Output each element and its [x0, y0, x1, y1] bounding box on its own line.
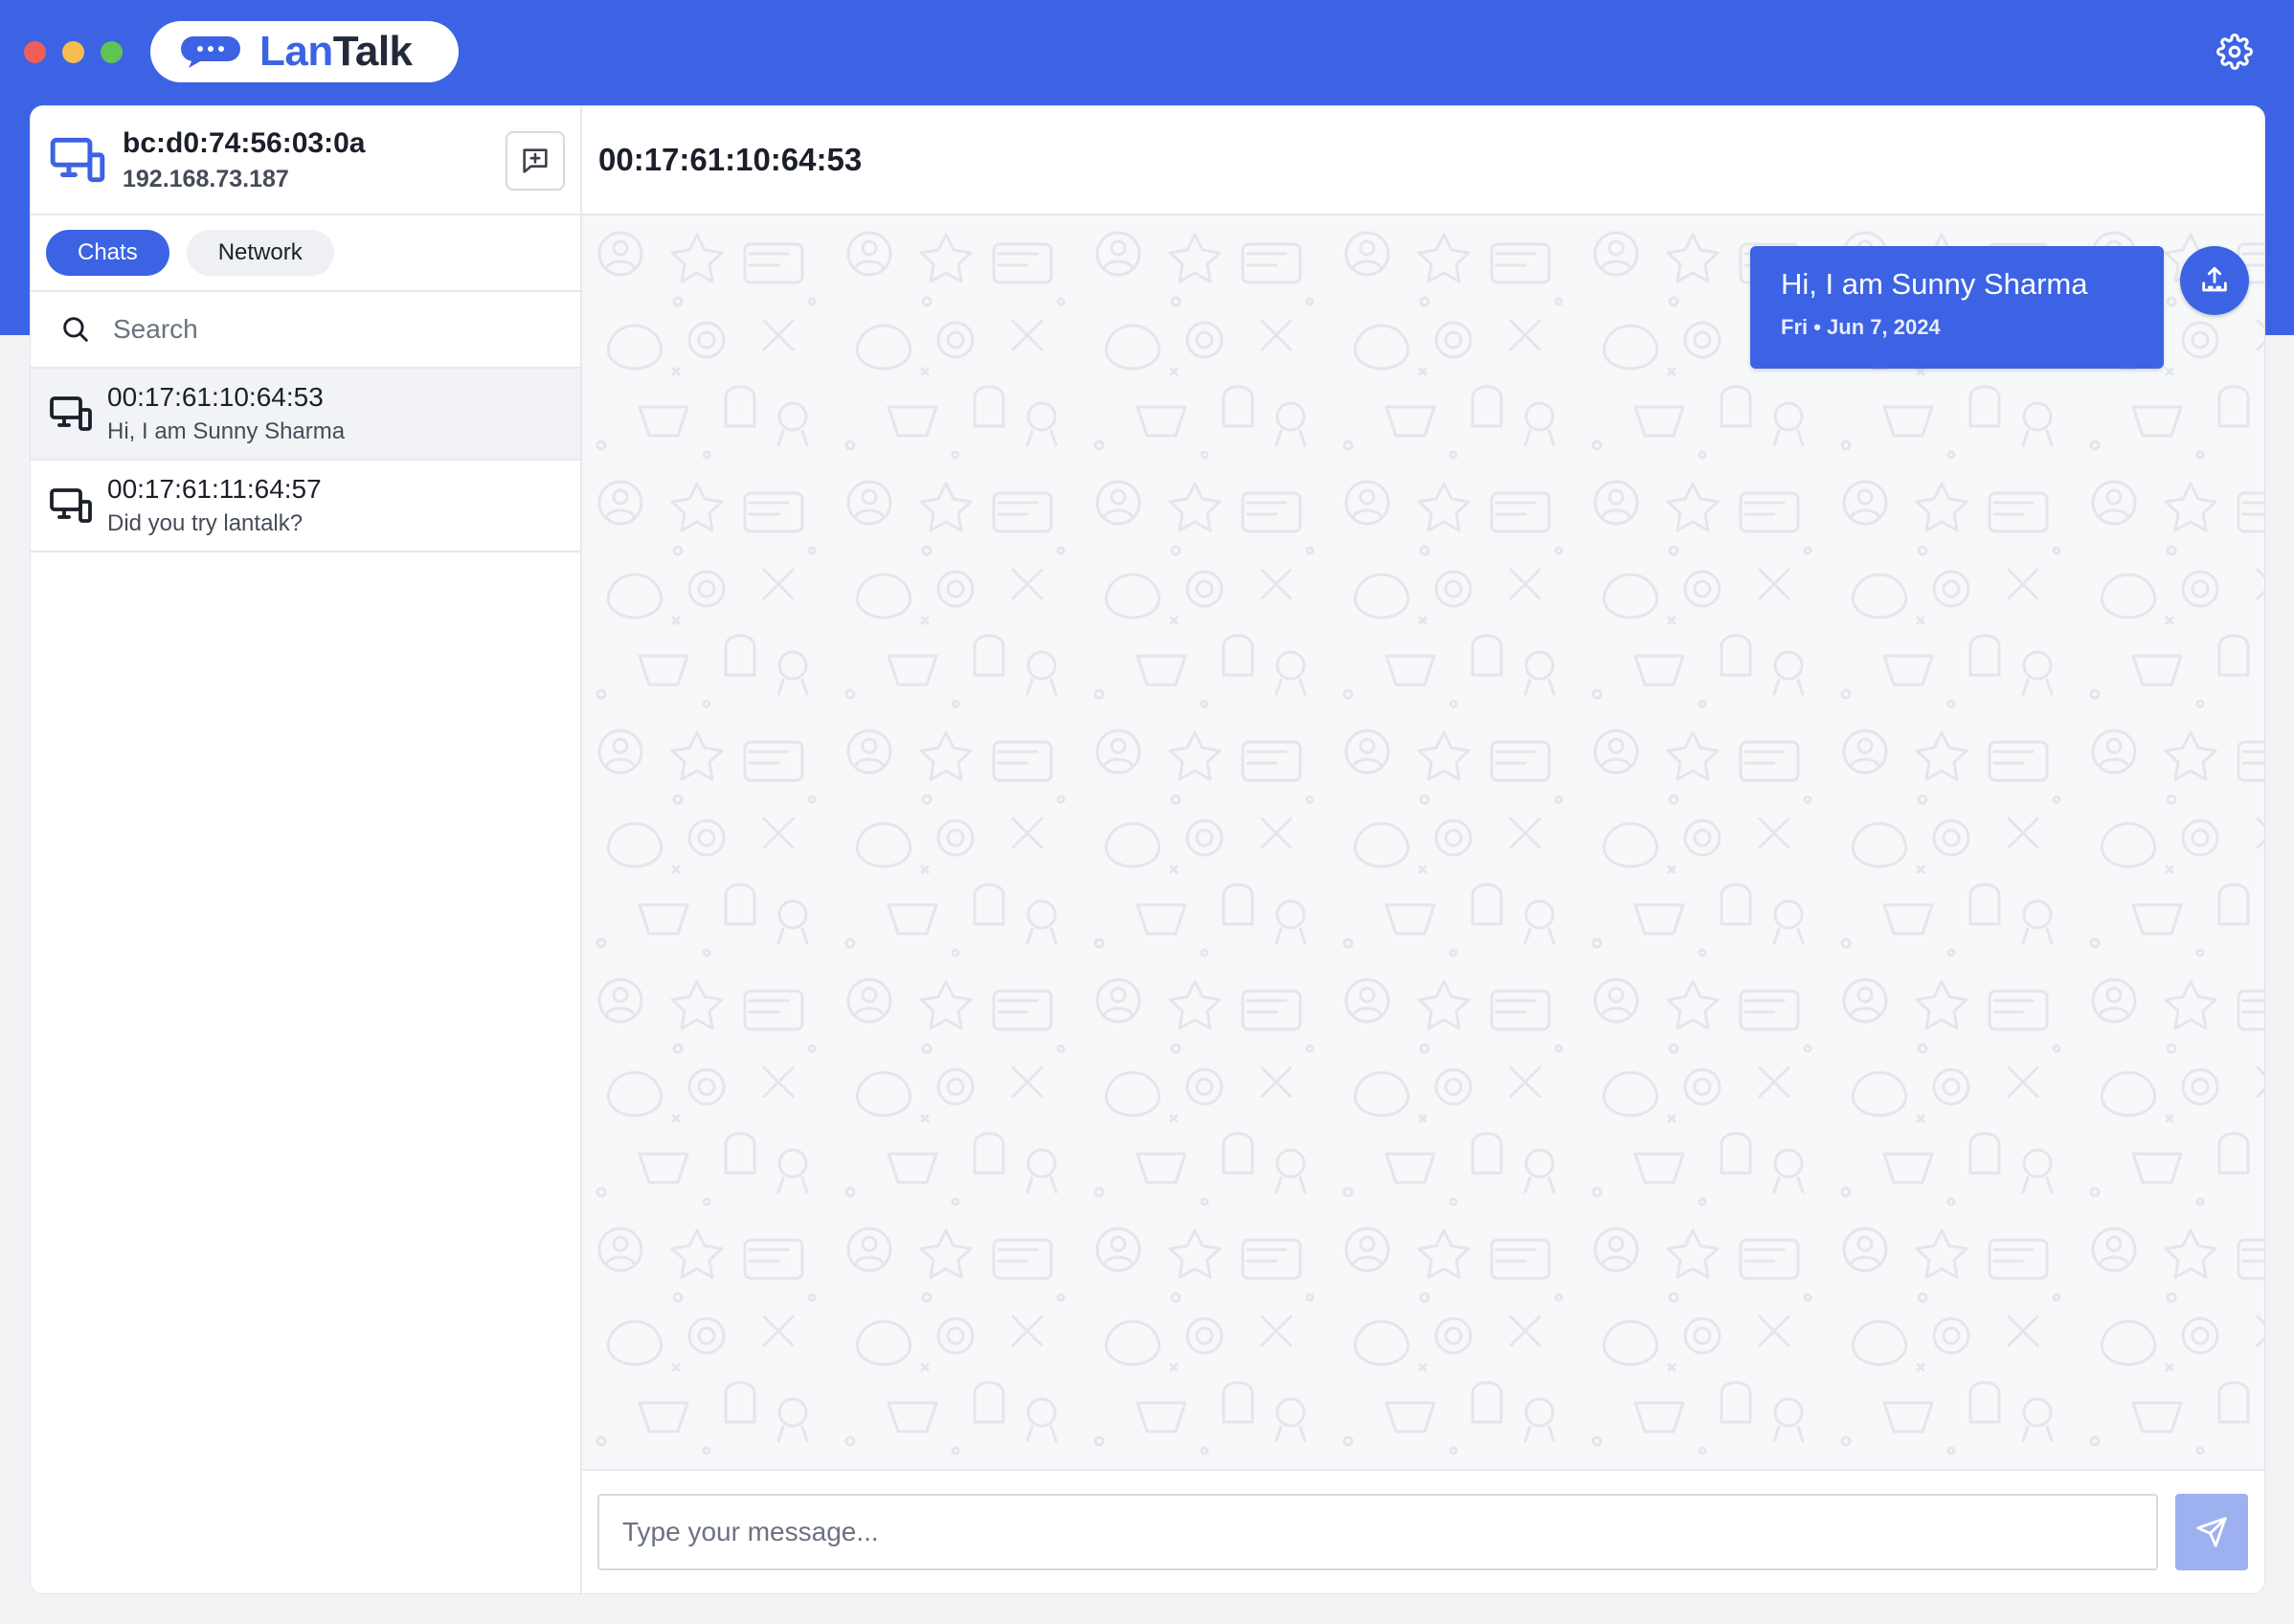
message-input[interactable] — [597, 1494, 2158, 1570]
composer — [582, 1469, 2264, 1593]
doodle-background — [582, 215, 2264, 1469]
upload-tray-icon — [2202, 266, 2227, 292]
search-input[interactable] — [113, 314, 534, 345]
my-mac-address: bc:d0:74:56:03:0a — [123, 126, 366, 159]
sidebar-tabs: Chats Network — [31, 215, 580, 292]
search-bar — [31, 292, 580, 369]
message-area[interactable]: Hi, I am Sunny Sharma Fri • Jun 7, 2024 — [582, 215, 2264, 1469]
devices-icon — [50, 396, 92, 431]
chat-list-item[interactable]: 00:17:61:11:64:57 Did you try lantalk? — [31, 461, 580, 553]
conversation-title: 00:17:61:10:64:53 — [598, 142, 863, 177]
send-icon — [2196, 1517, 2227, 1547]
my-ip-address: 192.168.73.187 — [123, 165, 289, 192]
chat-bubble-icon — [181, 36, 240, 68]
chat-list-item[interactable]: 00:17:61:10:64:53 Hi, I am Sunny Sharma — [31, 369, 580, 461]
chat-preview: Did you try lantalk? — [107, 510, 304, 536]
maximize-window-button[interactable] — [101, 41, 123, 63]
app-window: bc:d0:74:56:03:0a 192.168.73.187 Chats N… — [30, 105, 2265, 1594]
devices-icon — [50, 488, 92, 523]
message-bubble-outgoing[interactable]: Hi, I am Sunny Sharma Fri • Jun 7, 2024 — [1750, 246, 2164, 369]
devices-icon — [50, 137, 105, 183]
app-logo: LanTalk — [150, 21, 459, 82]
conversation-header: 00:17:61:10:64:53 — [582, 106, 2264, 215]
tab-chats[interactable]: Chats — [46, 230, 169, 276]
message-text: Hi, I am Sunny Sharma — [1781, 267, 2088, 301]
sidebar: bc:d0:74:56:03:0a 192.168.73.187 Chats N… — [31, 106, 582, 1593]
sender-avatar — [2180, 246, 2249, 315]
new-chat-button[interactable] — [506, 131, 565, 191]
tab-network[interactable]: Network — [186, 230, 334, 276]
gear-icon — [2216, 34, 2253, 70]
settings-button[interactable] — [2214, 31, 2256, 73]
my-device-header: bc:d0:74:56:03:0a 192.168.73.187 — [31, 106, 580, 215]
chat-name: 00:17:61:11:64:57 — [107, 474, 322, 504]
window-controls — [24, 41, 123, 63]
minimize-window-button[interactable] — [62, 41, 84, 63]
message-plus-icon — [523, 148, 548, 173]
search-icon — [63, 317, 88, 342]
send-button[interactable] — [2175, 1494, 2248, 1570]
chat-preview: Hi, I am Sunny Sharma — [107, 418, 346, 444]
app-name: LanTalk — [259, 28, 413, 75]
conversation-panel: 00:17:61:10:64:53 Hi, I am Sunny Sharma … — [582, 106, 2264, 1593]
close-window-button[interactable] — [24, 41, 46, 63]
message-timestamp: Fri • Jun 7, 2024 — [1781, 315, 1941, 339]
chat-name: 00:17:61:10:64:53 — [107, 382, 324, 412]
